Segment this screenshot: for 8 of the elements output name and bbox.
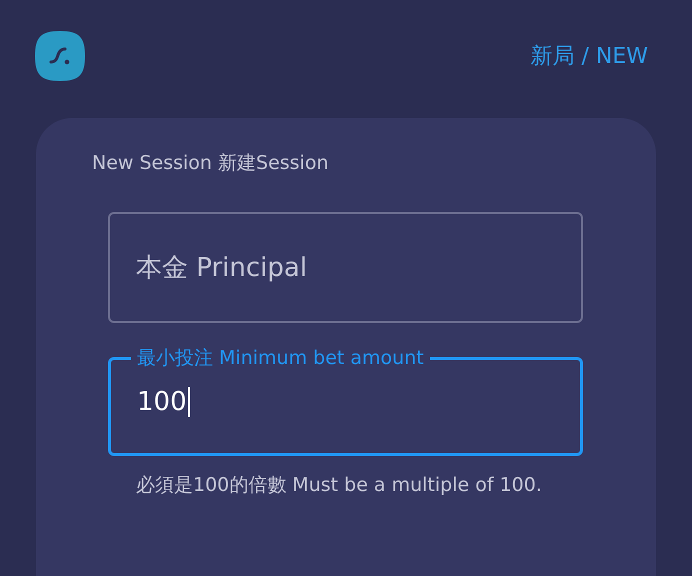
- card-title: New Session 新建Session: [92, 151, 330, 176]
- logo-icon: [34, 30, 86, 82]
- text-caret-icon: [188, 387, 190, 417]
- page-title: 新局 / NEW: [530, 43, 648, 71]
- input-field[interactable]: 最小投注 Minimum bet amount 100: [108, 345, 583, 456]
- helper-text: 必須是100的倍數 Must be a multiple of 100.: [135, 473, 543, 498]
- field-label: 最小投注 Minimum bet amount: [136, 346, 425, 371]
- input-field[interactable]: 本金 Principal: [108, 212, 583, 323]
